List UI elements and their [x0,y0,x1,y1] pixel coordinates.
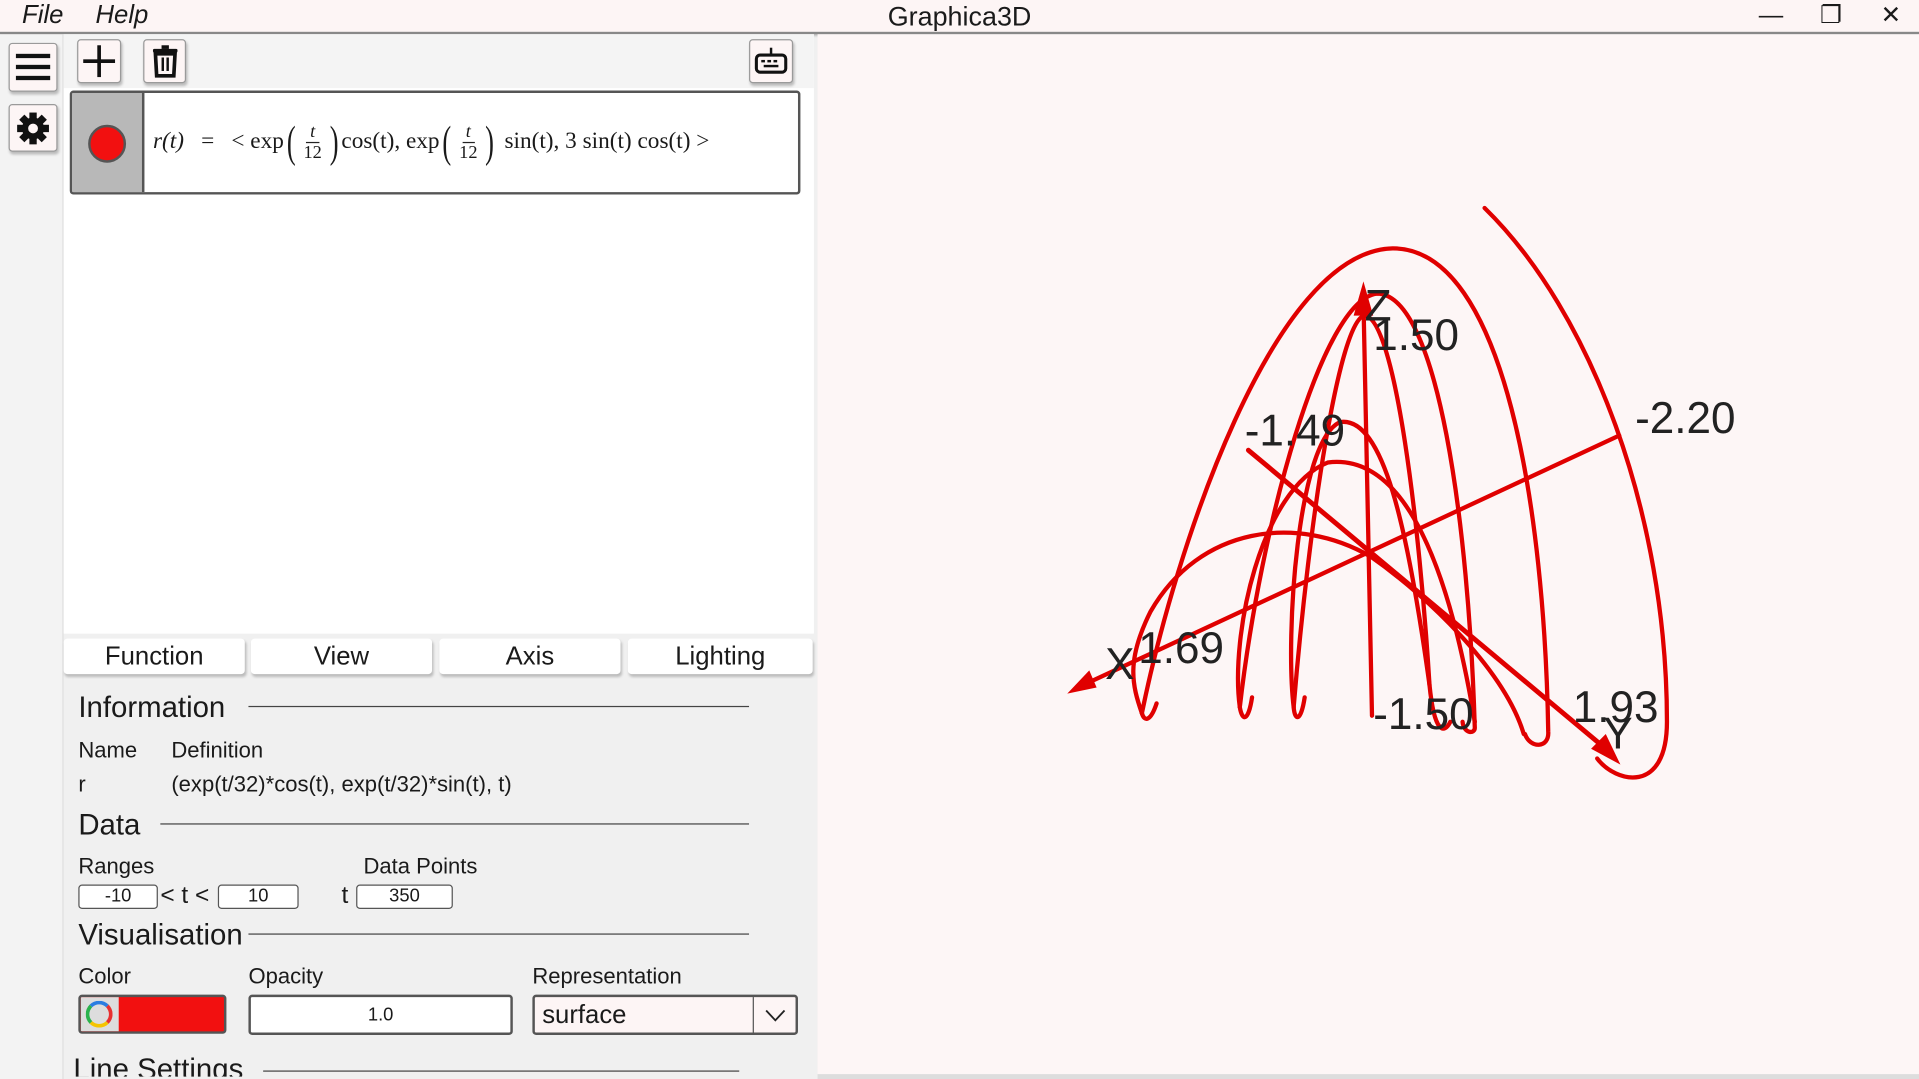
x-max-label: 1.69 [1138,624,1224,673]
curve-segment [1235,459,1477,724]
z-axis-line [1361,297,1375,718]
x-min-label: -2.20 [1635,394,1735,443]
z-max-label: 1.50 [1373,311,1459,360]
y-min-label: -1.49 [1245,406,1345,455]
z-min-label: -1.50 [1373,690,1473,739]
curve-segment [1139,695,1307,721]
x-axis-arrow-icon [1067,670,1097,694]
3d-plot: Z 1.50 -1.49 -2.20 X 1.69 -1.50 1.93 Y [1067,205,1736,780]
y-axis-label: Y [1603,710,1632,759]
x-axis-label: X [1105,640,1134,689]
